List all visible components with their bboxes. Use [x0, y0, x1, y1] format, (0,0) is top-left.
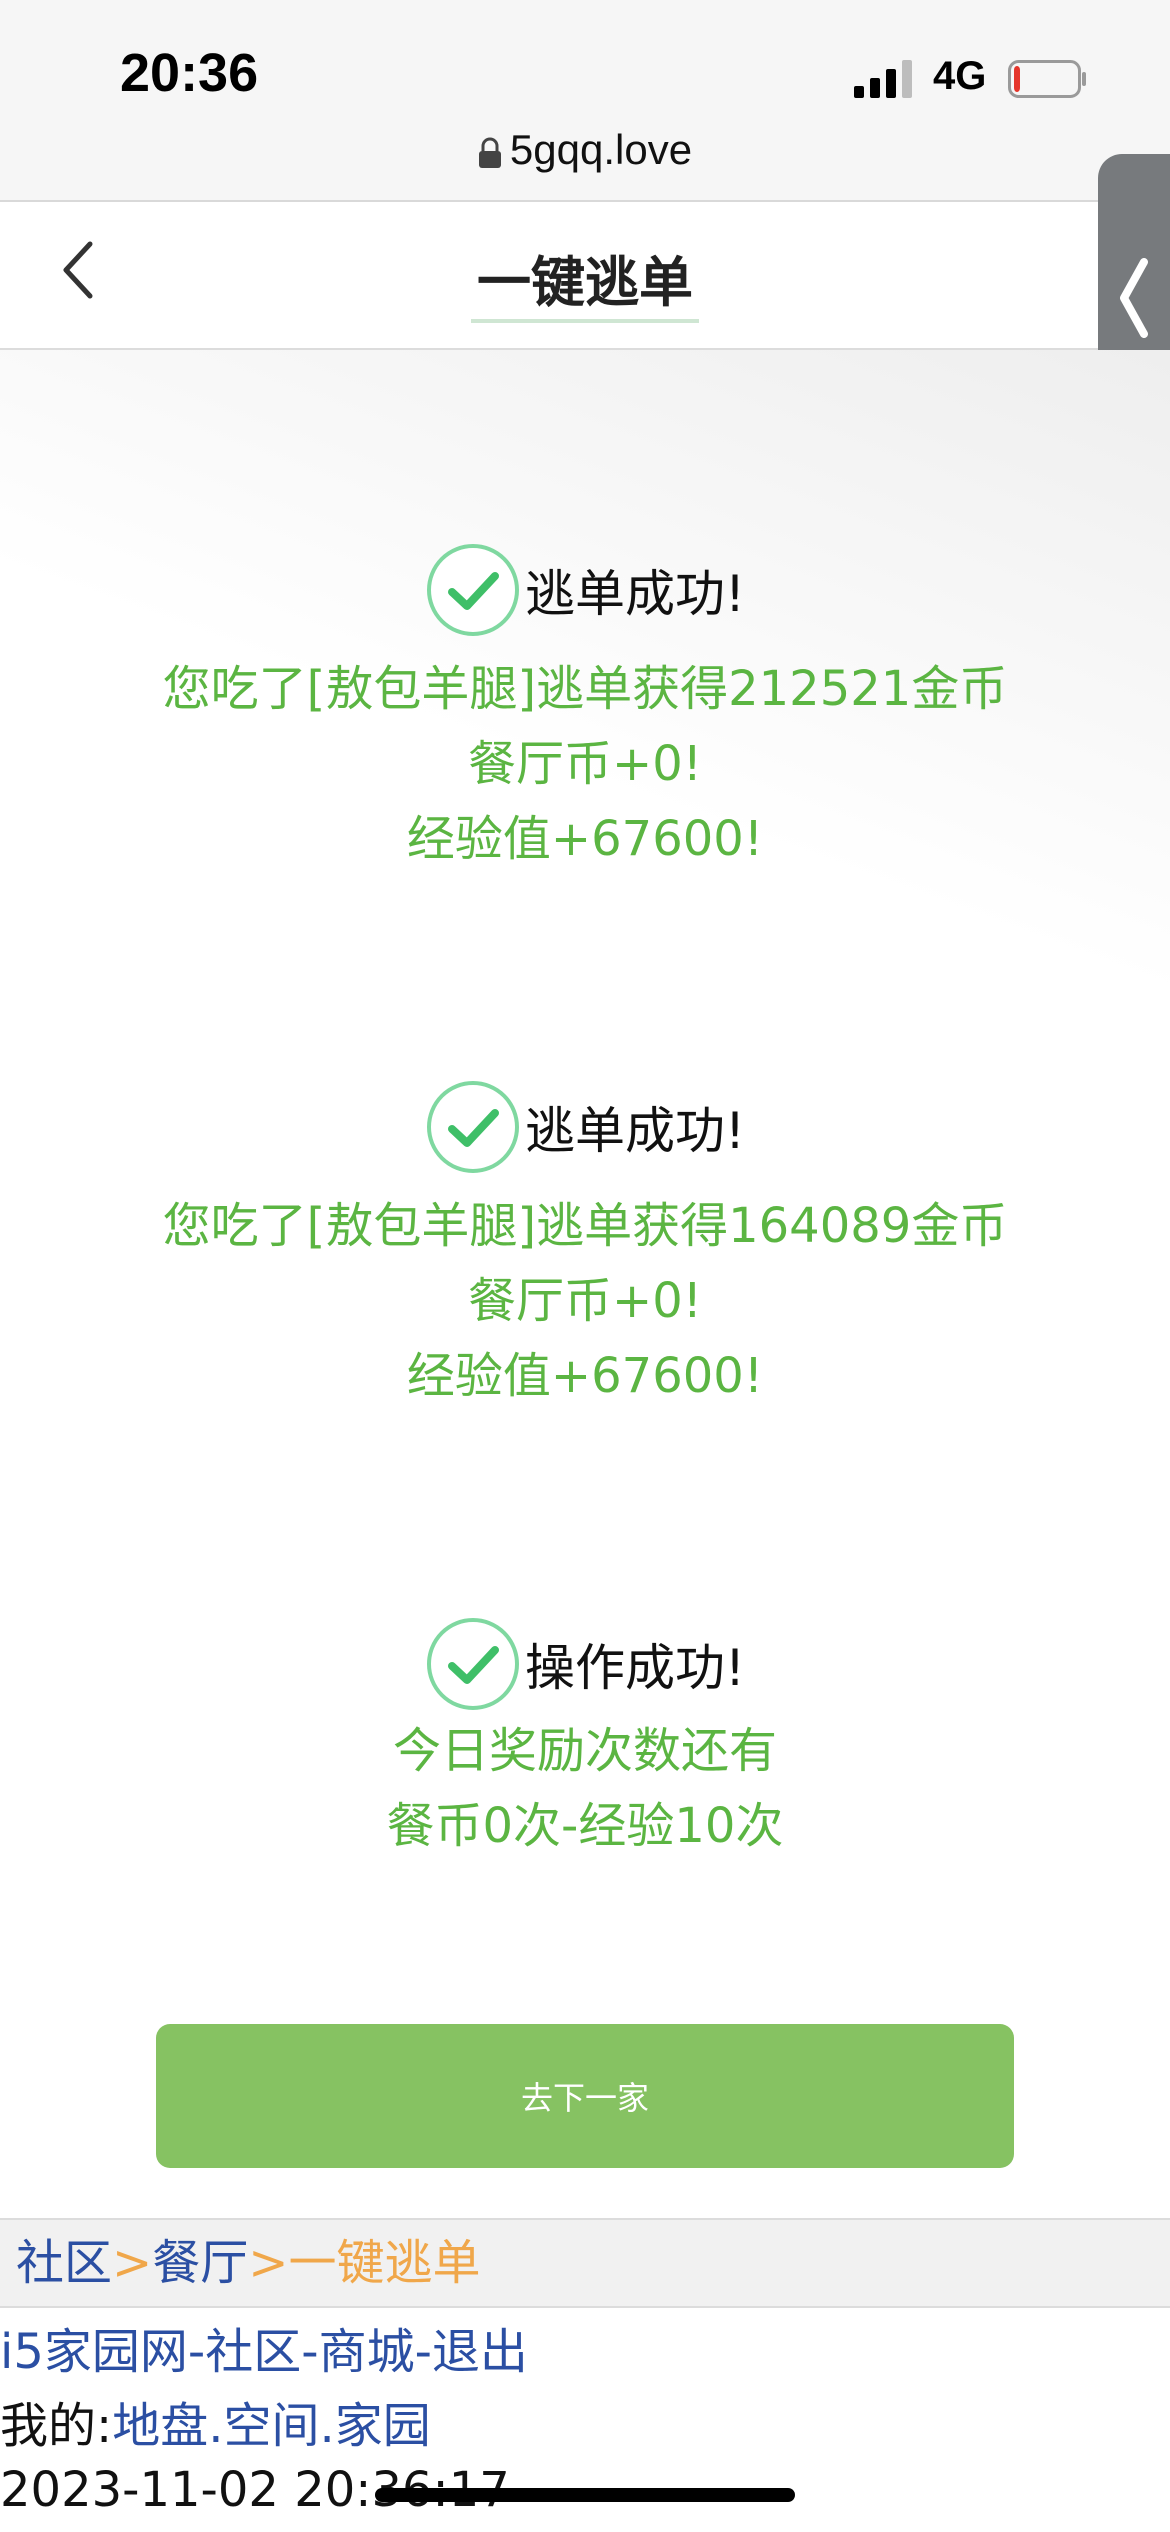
message-heading: 操作成功!	[524, 1639, 746, 1697]
battery-icon	[1008, 60, 1086, 98]
message-block-1: 逃单成功! 您吃了[敖包羊腿]逃单获得212521金币 餐厅币+0! 经验值+6…	[0, 540, 1170, 877]
check-circle-icon	[426, 544, 519, 636]
message-block-3: 操作成功! 今日奖励次数还有 餐币0次-经验10次	[0, 1614, 1170, 1864]
message-block-2: 逃单成功! 您吃了[敖包羊腿]逃单获得164089金币 餐厅币+0! 经验值+6…	[0, 1077, 1170, 1414]
status-bar: 20:36 4G 5gqq.love	[0, 0, 1170, 202]
message-line: 您吃了[敖包羊腿]逃单获得212521金币	[162, 661, 1008, 717]
page-title: 一键逃单	[0, 238, 1170, 323]
breadcrumb-current: 一键逃单	[288, 2235, 481, 2291]
footer-link-logout[interactable]: 退出	[432, 2324, 528, 2380]
footer-links: i5家园网-社区-商城-退出	[0, 2312, 1170, 2382]
message-line: 您吃了[敖包羊腿]逃单获得164089金币	[162, 1198, 1008, 1254]
breadcrumb-separator: >	[248, 2235, 289, 2291]
footer-link-homeland[interactable]: 家园	[335, 2398, 431, 2454]
footer-mine: 我的:地盘.空间.家园	[0, 2386, 1170, 2456]
breadcrumb: 社区>餐厅>一键逃单	[0, 2218, 1170, 2308]
message-heading: 逃单成功!	[524, 565, 746, 623]
next-restaurant-button[interactable]: 去下一家	[156, 2024, 1014, 2168]
nav-bar: 一键逃单	[0, 202, 1170, 350]
network-type: 4G	[933, 54, 987, 98]
message-line: 经验值+67600!	[406, 811, 764, 867]
content-area: 逃单成功! 您吃了[敖包羊腿]逃单获得212521金币 餐厅币+0! 经验值+6…	[0, 350, 1170, 2220]
breadcrumb-link-community[interactable]: 社区	[16, 2235, 112, 2291]
message-line: 餐厅币+0!	[467, 736, 702, 792]
address-bar[interactable]: 5gqq.love	[0, 126, 1170, 174]
chevron-left-icon	[1120, 258, 1148, 338]
breadcrumb-separator: >	[112, 2235, 153, 2291]
home-indicator[interactable]	[375, 2488, 795, 2502]
message-line: 餐币0次-经验10次	[386, 1798, 784, 1854]
message-heading: 逃单成功!	[524, 1102, 746, 1160]
footer-link-home[interactable]: i5家园网	[0, 2324, 188, 2380]
message-line: 餐厅币+0!	[467, 1273, 702, 1329]
check-circle-icon	[426, 1081, 519, 1173]
check-circle-icon	[426, 1618, 519, 1710]
lock-icon	[478, 137, 501, 168]
message-line: 今日奖励次数还有	[392, 1723, 777, 1779]
footer-separator: .	[208, 2398, 224, 2454]
url-text: 5gqq.love	[509, 126, 693, 173]
message-heading-row: 逃单成功!	[0, 540, 1170, 640]
message-heading-row: 逃单成功!	[0, 1077, 1170, 1177]
signal-icon	[854, 60, 912, 98]
footer-separator: .	[319, 2398, 335, 2454]
footer-separator: -	[301, 2324, 319, 2380]
footer-link-community[interactable]: 社区	[205, 2324, 301, 2380]
message-heading-row: 操作成功!	[0, 1614, 1170, 1714]
footer-mine-label: 我的:	[0, 2398, 113, 2454]
footer-link-space[interactable]: 空间	[223, 2398, 319, 2454]
footer-separator: -	[414, 2324, 432, 2380]
breadcrumb-link-restaurant[interactable]: 餐厅	[152, 2235, 248, 2291]
message-line: 经验值+67600!	[406, 1348, 764, 1404]
status-time: 20:36	[120, 43, 259, 103]
footer-separator: -	[187, 2324, 206, 2380]
page-title-text: 一键逃单	[471, 253, 699, 323]
footer-link-mall[interactable]: 商城	[319, 2324, 415, 2380]
footer-link-territory[interactable]: 地盘	[112, 2398, 208, 2454]
